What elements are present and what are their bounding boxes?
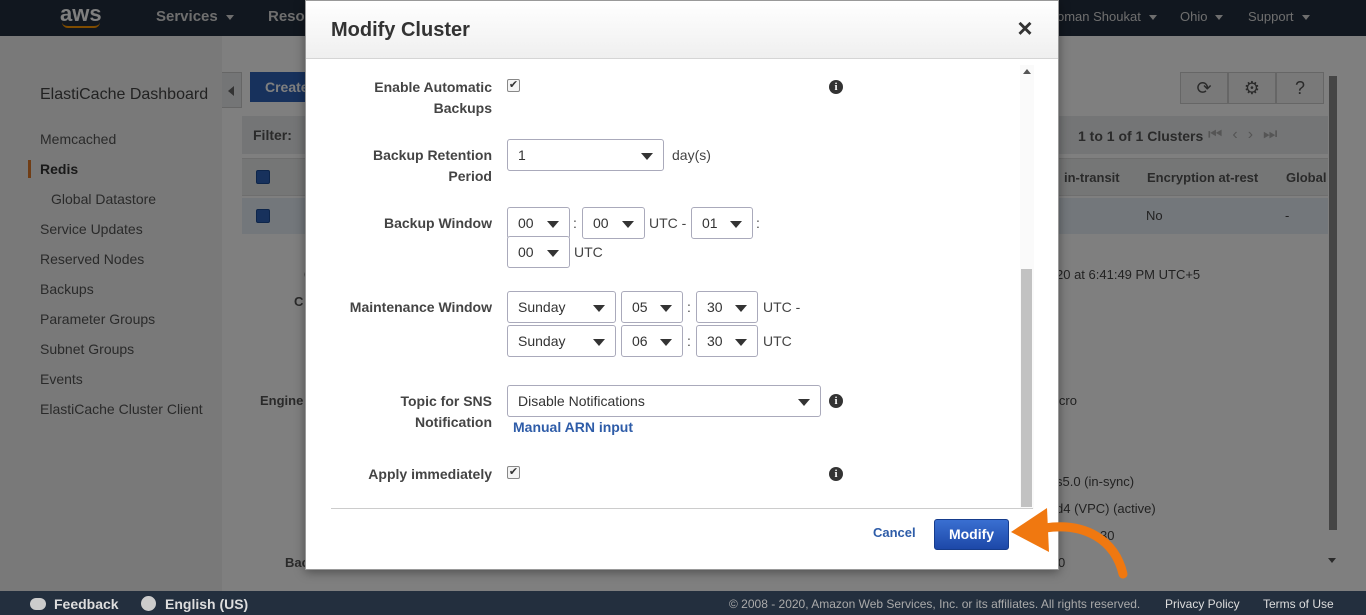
retention-period-value: 1 — [518, 147, 526, 163]
maintenance-end-minute-value: 30 — [707, 333, 723, 349]
chevron-down-icon — [735, 339, 747, 346]
footer-divider — [331, 508, 1033, 509]
dialog-header: Modify Cluster × — [306, 1, 1058, 59]
auto-backups-label-line1: Enable Automatic — [374, 79, 492, 95]
chevron-down-icon — [660, 305, 672, 312]
backup-end-hour-select[interactable]: 01 — [691, 207, 753, 239]
chevron-down-icon — [622, 221, 634, 228]
backup-start-minute-select[interactable]: 00 — [582, 207, 645, 239]
info-icon[interactable]: i — [829, 394, 843, 408]
maintenance-start-minute-select[interactable]: 30 — [696, 291, 758, 323]
maintenance-start-day-value: Sunday — [518, 299, 566, 315]
chevron-down-icon — [593, 305, 605, 312]
backup-window-label: Backup Window — [384, 215, 492, 231]
dialog-scrollbar-thumb[interactable] — [1021, 269, 1032, 507]
retention-period-select[interactable]: 1 — [507, 139, 664, 171]
backup-start-hour-select[interactable]: 00 — [507, 207, 570, 239]
utc-dash-label: UTC - — [649, 215, 687, 231]
backup-start-minute-value: 00 — [593, 215, 609, 231]
info-icon[interactable]: i — [829, 467, 843, 481]
backup-start-hour-value: 00 — [518, 215, 534, 231]
time-separator: : — [687, 299, 691, 315]
utc-label: UTC — [574, 244, 603, 260]
backup-end-minute-select[interactable]: 00 — [507, 236, 570, 268]
auto-backups-checkbox[interactable]: ✔ — [507, 79, 520, 92]
chat-bubble-icon — [30, 598, 46, 610]
retention-label-line1: Backup Retention — [372, 147, 492, 163]
sns-topic-value: Disable Notifications — [518, 393, 645, 409]
maintenance-end-day-value: Sunday — [518, 333, 566, 349]
auto-backups-label-line2: Backups — [433, 100, 492, 116]
maintenance-start-day-select[interactable]: Sunday — [507, 291, 616, 323]
feedback-link[interactable]: Feedback — [30, 596, 119, 612]
time-separator: : — [573, 215, 577, 231]
globe-icon — [141, 596, 156, 611]
sns-topic-label-line1: Topic for SNS — [400, 393, 492, 409]
modify-button[interactable]: Modify — [934, 519, 1009, 550]
chevron-down-icon — [730, 221, 742, 228]
retention-unit: day(s) — [672, 147, 711, 163]
chevron-down-icon — [660, 339, 672, 346]
maintenance-start-hour-select[interactable]: 05 — [621, 291, 683, 323]
scroll-up-icon[interactable] — [1023, 69, 1031, 74]
dialog-title: Modify Cluster — [331, 19, 470, 41]
chevron-down-icon — [798, 399, 810, 406]
maintenance-start-hour-value: 05 — [632, 299, 648, 315]
maintenance-end-hour-select[interactable]: 06 — [621, 325, 683, 357]
modify-cluster-dialog: Modify Cluster × Enable Automatic Backup… — [305, 0, 1059, 570]
feedback-label: Feedback — [54, 596, 119, 612]
backup-end-minute-value: 00 — [518, 244, 534, 260]
auto-backups-label: Enable Automatic Backups — [322, 77, 492, 119]
dialog-scrollbar[interactable] — [1020, 65, 1034, 509]
chevron-down-icon — [547, 221, 559, 228]
chevron-down-icon — [735, 305, 747, 312]
maintenance-end-hour-value: 06 — [632, 333, 648, 349]
manual-arn-input-link[interactable]: Manual ARN input — [513, 419, 633, 435]
maintenance-start-minute-value: 30 — [707, 299, 723, 315]
apply-immediately-checkbox[interactable]: ✔ — [507, 466, 520, 479]
utc-dash-label: UTC - — [763, 299, 801, 315]
footer: Feedback English (US) © 2008 - 2020, Ama… — [0, 591, 1366, 615]
close-icon[interactable]: × — [1014, 15, 1036, 41]
chevron-down-icon — [641, 153, 653, 160]
maintenance-end-minute-select[interactable]: 30 — [696, 325, 758, 357]
retention-label-line2: Period — [448, 168, 492, 184]
chevron-down-icon — [547, 250, 559, 257]
maintenance-end-day-select[interactable]: Sunday — [507, 325, 616, 357]
sns-topic-label: Topic for SNS Notification — [322, 391, 492, 433]
terms-of-use-link[interactable]: Terms of Use — [1263, 597, 1334, 611]
language-label: English (US) — [165, 596, 249, 612]
retention-label: Backup Retention Period — [322, 145, 492, 187]
sns-topic-label-line2: Notification — [415, 414, 492, 430]
sns-topic-select[interactable]: Disable Notifications — [507, 385, 821, 417]
annotation-arrow-icon — [1011, 508, 1128, 579]
copyright-text: © 2008 - 2020, Amazon Web Services, Inc.… — [729, 597, 1141, 611]
maintenance-window-label: Maintenance Window — [349, 299, 492, 315]
cancel-button[interactable]: Cancel — [873, 525, 916, 540]
backup-end-hour-value: 01 — [702, 215, 718, 231]
time-separator: : — [756, 215, 760, 231]
utc-label: UTC — [763, 333, 792, 349]
apply-immediately-label: Apply immediately — [368, 466, 492, 482]
chevron-down-icon — [593, 339, 605, 346]
info-icon[interactable]: i — [829, 80, 843, 94]
time-separator: : — [687, 333, 691, 349]
privacy-policy-link[interactable]: Privacy Policy — [1165, 597, 1240, 611]
language-selector[interactable]: English (US) — [141, 596, 248, 612]
